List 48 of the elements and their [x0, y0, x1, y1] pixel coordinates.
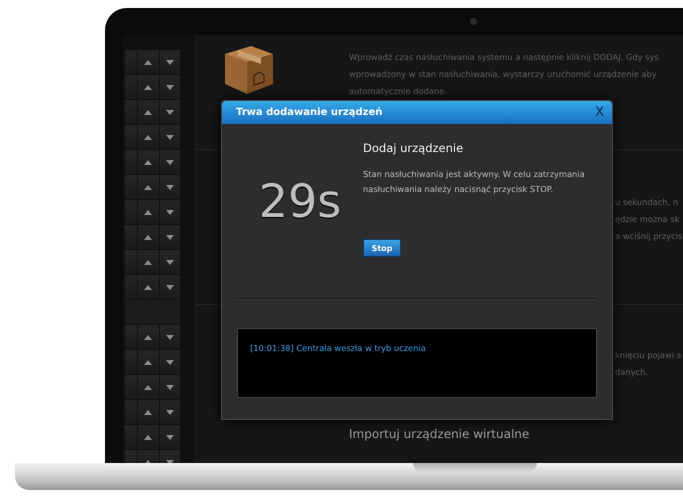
description-text: automatycznie dodane. — [349, 85, 448, 98]
arrow-up-icon — [144, 384, 152, 390]
arrow-down-icon — [166, 360, 174, 364]
countdown-timer: 29s — [258, 173, 342, 230]
description-text: wprowadzony w stan nasłuchiwania, wystarczy uruchomić urządzenie aby — [349, 68, 658, 81]
arrow-down-icon — [166, 260, 174, 264]
arrow-down-icon — [166, 134, 174, 140]
arrow-down-icon — [166, 434, 174, 440]
close-button[interactable]: X — [595, 105, 604, 120]
description-text: danych. — [615, 366, 649, 379]
arrow-down-icon — [166, 384, 174, 390]
arrow-up-icon — [144, 334, 152, 340]
description-text: knięciu pojawi s — [615, 349, 682, 362]
arrow-down-icon — [166, 460, 174, 463]
arrow-up-icon — [144, 184, 152, 190]
description-text: u sekundach, n — [615, 196, 680, 209]
description-text: a wciśnij przycis — [615, 230, 683, 243]
arrow-up-icon — [144, 60, 152, 64]
arrow-up-icon — [144, 234, 152, 240]
section-heading: Importuj urządzenie wirtualne — [349, 427, 530, 441]
arrow-down-icon — [166, 234, 174, 240]
arrow-down-icon — [166, 284, 174, 290]
dialog-heading: Dodaj urządzenie — [363, 141, 464, 155]
stop-button[interactable]: Stop — [363, 239, 401, 257]
dialog-title: Trwa dodawanie urządzeń — [236, 107, 382, 118]
arrow-up-icon — [144, 210, 152, 214]
arrow-down-icon — [166, 110, 174, 114]
arrow-up-icon — [144, 84, 152, 90]
description-text: ędzie można sk — [615, 213, 680, 226]
arrow-up-icon — [144, 360, 152, 364]
arrow-down-icon — [166, 334, 174, 340]
arrow-down-icon — [166, 60, 174, 64]
log-entry: [10:01:38] Centrala weszła w tryb uczenia — [250, 343, 427, 353]
arrow-up-icon — [144, 410, 152, 414]
arrow-up-icon — [144, 434, 152, 440]
arrow-up-icon — [144, 110, 152, 114]
camera-icon — [470, 18, 477, 25]
arrow-down-icon — [166, 210, 174, 214]
description-text: Wprowadź czas nasłuchiwania systemu a następnie kliknij DODAJ. Gdy sys — [349, 51, 659, 64]
arrow-up-icon — [144, 284, 152, 290]
arrow-up-icon — [144, 260, 152, 264]
arrow-up-icon — [144, 160, 152, 164]
arrow-down-icon — [166, 84, 174, 90]
arrow-down-icon — [166, 160, 174, 164]
arrow-down-icon — [166, 410, 174, 414]
arrow-up-icon — [144, 134, 152, 140]
dialog-message: Stan nasłuchiwania jest aktywny. W celu zatrzymania nasłuchiwania należy nacisnąć przycisk STOP. — [363, 168, 586, 196]
arrow-down-icon — [166, 184, 174, 190]
